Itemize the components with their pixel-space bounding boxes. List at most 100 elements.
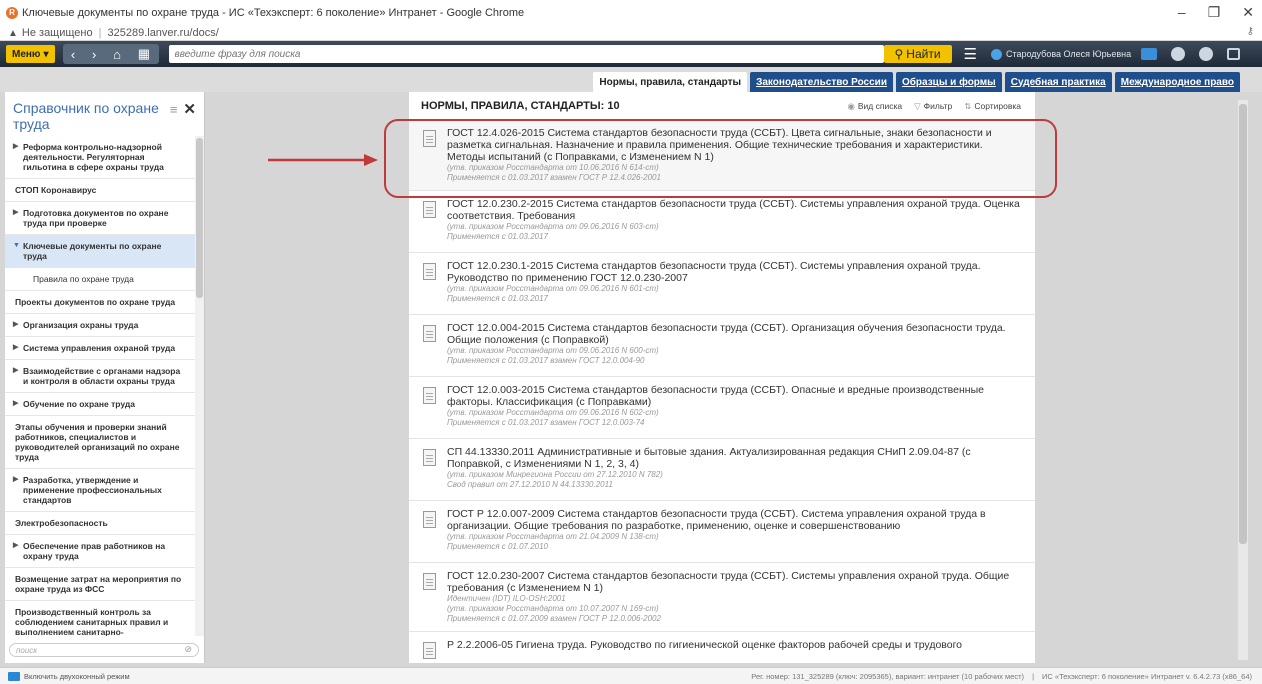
expand-arrow-icon: ▶ bbox=[13, 143, 19, 150]
list-filter-icon[interactable]: ≡ bbox=[170, 102, 178, 117]
sidebar-item[interactable]: СТОП Коронавирус bbox=[5, 179, 195, 202]
document-item[interactable]: ГОСТ 12.0.230-2007 Система стандартов бе… bbox=[409, 563, 1035, 632]
document-item[interactable]: ГОСТ 12.0.230.2-2015 Система стандартов … bbox=[409, 191, 1035, 253]
tab-international-law[interactable]: Международное право bbox=[1114, 72, 1240, 92]
sidebar-item[interactable]: Производственный контроль за соблюдением… bbox=[5, 601, 195, 636]
sidebar-item[interactable]: Возмещение затрат на мероприятия по охра… bbox=[5, 568, 195, 601]
expand-arrow-icon: ▶ bbox=[13, 400, 19, 407]
filter-button[interactable]: ▽ Фильтр bbox=[914, 101, 952, 112]
document-title[interactable]: ГОСТ 12.0.230.2-2015 Система стандартов … bbox=[447, 198, 1023, 222]
sidebar-item-label: Этапы обучения и проверки знаний работни… bbox=[15, 422, 180, 462]
address-bar[interactable]: ▲ Не защищено | 325289.lanver.ru/docs/ ⚷ bbox=[0, 26, 1262, 40]
document-icon bbox=[423, 263, 436, 280]
document-item[interactable]: Р 2.2.2006-05 Гигиена труда. Руководство… bbox=[409, 632, 1035, 663]
sidebar-subitem[interactable]: Правила по охране труда bbox=[5, 268, 195, 291]
document-title[interactable]: ГОСТ 12.0.004-2015 Система стандартов бе… bbox=[447, 322, 1023, 346]
sidebar: Справочник по охране труда ≡ ✕ ▶ Реформа … bbox=[5, 92, 205, 663]
document-title[interactable]: ГОСТ Р 12.0.007-2009 Система стандартов … bbox=[447, 508, 1023, 532]
scroll-thumb[interactable] bbox=[196, 138, 203, 298]
document-item[interactable]: ГОСТ Р 12.0.007-2009 Система стандартов … bbox=[409, 501, 1035, 563]
sidebar-scrollbar[interactable] bbox=[195, 136, 204, 636]
chat-icon[interactable] bbox=[1227, 48, 1241, 60]
document-title[interactable]: Р 2.2.2006-05 Гигиена труда. Руководство… bbox=[447, 639, 1023, 651]
two-window-icon bbox=[8, 671, 20, 681]
restore-icon[interactable]: ❐ bbox=[1208, 4, 1221, 21]
user-menu[interactable]: Стародубова Олеся Юрьевна bbox=[990, 48, 1131, 60]
address-separator: | bbox=[98, 27, 102, 39]
toolbar-icons bbox=[1141, 47, 1241, 61]
document-title[interactable]: ГОСТ 12.0.230-2007 Система стандартов бе… bbox=[447, 570, 1023, 594]
window-controls: – ❐ ✕ bbox=[1178, 4, 1254, 21]
sort-button[interactable]: ⇅ Сортировка bbox=[964, 101, 1021, 112]
document-item[interactable]: СП 44.13330.2011 Административные и быто… bbox=[409, 439, 1035, 501]
search-input[interactable] bbox=[168, 45, 884, 63]
two-window-toggle[interactable]: Включить двухоконный режим bbox=[8, 671, 130, 681]
main-scrollbar[interactable] bbox=[1238, 100, 1248, 660]
tab-norms[interactable]: Нормы, правила, стандарты bbox=[593, 72, 748, 92]
document-item[interactable]: ГОСТ 12.0.230.1-2015 Система стандартов … bbox=[409, 253, 1035, 315]
document-icon bbox=[423, 449, 436, 466]
document-effective: Применяется с 01.03.2017 bbox=[447, 232, 548, 241]
close-icon[interactable]: ✕ bbox=[183, 100, 196, 118]
tab-forms[interactable]: Образцы и формы bbox=[895, 72, 1002, 92]
tab-court-practice[interactable]: Судебная практика bbox=[1004, 72, 1112, 92]
sidebar-item[interactable]: ▶ Реформа контрольно-надзорной деятельнос… bbox=[5, 136, 195, 179]
sidebar-item-label: Подготовка документов по охране труда пр… bbox=[23, 208, 169, 228]
sidebar-item[interactable]: ▶ Обучение по охране труда bbox=[5, 393, 195, 416]
sidebar-item-label: Правила по охране труда bbox=[33, 274, 134, 284]
document-approval: (утв. приказом Росстандарта от 09.06.201… bbox=[447, 222, 659, 231]
security-label: Не защищено bbox=[21, 27, 93, 39]
folder-icon[interactable] bbox=[1141, 48, 1158, 60]
expand-arrow-icon: ▶ bbox=[13, 344, 19, 351]
scroll-thumb[interactable] bbox=[1239, 104, 1247, 544]
filter-label: Фильтр bbox=[923, 101, 953, 111]
document-identity: Идентичен (IDT) ILO-OSH:2001 bbox=[447, 594, 566, 603]
registration-info: Рег. номер: 131_325289 (ключ: 2095365), … bbox=[751, 672, 1025, 681]
close-window-icon[interactable]: ✕ bbox=[1242, 4, 1254, 21]
document-effective: Применяется с 01.07.2009 взамен ГОСТ Р 1… bbox=[447, 614, 661, 623]
expand-arrow-icon: ▶ bbox=[13, 542, 19, 549]
document-item[interactable]: ГОСТ 12.0.004-2015 Система стандартов бе… bbox=[409, 315, 1035, 377]
sidebar-item[interactable]: ▶ Разработка, утверждение и применение пр… bbox=[5, 469, 195, 512]
sidebar-item[interactable]: ▶ Организация охраны труда bbox=[5, 314, 195, 337]
home-icon[interactable]: ⌂ bbox=[113, 47, 121, 62]
sidebar-item[interactable]: Этапы обучения и проверки знаний работни… bbox=[5, 416, 195, 469]
find-button[interactable]: ⚲ Найти bbox=[883, 45, 952, 63]
menu-label: Меню bbox=[12, 48, 41, 60]
sidebar-item[interactable]: ▶ Обеспечение прав работников на охрану т… bbox=[5, 535, 195, 568]
minimize-icon[interactable]: – bbox=[1178, 4, 1186, 21]
document-title[interactable]: ГОСТ 12.0.230.1-2015 Система стандартов … bbox=[447, 260, 1023, 284]
window-title: Ключевые документы по охране труда - ИС … bbox=[22, 7, 525, 19]
sidebar-item[interactable]: Электробезопасность bbox=[5, 512, 195, 535]
expand-arrow-icon: ▶ bbox=[13, 476, 19, 483]
menu-button[interactable]: Меню ▾ bbox=[6, 45, 55, 63]
status-separator: | bbox=[1032, 672, 1035, 681]
sidebar-list: ▶ Реформа контрольно-надзорной деятельнос… bbox=[5, 136, 195, 636]
two-window-label: Включить двухоконный режим bbox=[24, 671, 130, 681]
sidebar-item[interactable]: ▶ Система управления охраной труда bbox=[5, 337, 195, 360]
search-icon: ⚲ bbox=[894, 47, 904, 61]
warning-icon: ▲ bbox=[8, 27, 18, 39]
sidebar-item-active[interactable]: ▼ Ключевые документы по охране труда bbox=[5, 235, 195, 268]
sidebar-item[interactable]: Проекты документов по охране труда bbox=[5, 291, 195, 314]
tab-legislation[interactable]: Законодательство России bbox=[750, 72, 893, 92]
url-text[interactable]: 325289.lanver.ru/docs/ bbox=[107, 27, 218, 39]
sidebar-controls: ≡ ✕ bbox=[170, 100, 196, 118]
forward-icon[interactable]: › bbox=[92, 47, 96, 62]
document-title[interactable]: СП 44.13330.2011 Административные и быто… bbox=[447, 446, 1023, 470]
list-view-button[interactable]: ◉ Вид списка bbox=[847, 101, 902, 112]
document-item[interactable]: ГОСТ 12.0.003-2015 Система стандартов бе… bbox=[409, 377, 1035, 439]
document-title[interactable]: ГОСТ 12.0.003-2015 Система стандартов бе… bbox=[447, 384, 1023, 408]
sidebar-item[interactable]: ▶ Взаимодействие с органами надзора и кон… bbox=[5, 360, 195, 393]
sidebar-item[interactable]: ▶ Подготовка документов по охране труда п… bbox=[5, 202, 195, 235]
back-icon[interactable]: ‹ bbox=[71, 47, 75, 62]
key-icon[interactable]: ⚷ bbox=[1247, 26, 1254, 37]
hamburger-icon[interactable]: ☰ bbox=[964, 45, 977, 63]
sidebar-search-input[interactable]: поиск ⊘ bbox=[9, 643, 199, 657]
search-icon[interactable]: ⊘ bbox=[184, 644, 192, 655]
list-actions: ◉ Вид списка ▽ Фильтр ⇅ Сортировка bbox=[847, 101, 1021, 112]
settings-icon[interactable] bbox=[1171, 47, 1186, 61]
help-icon[interactable] bbox=[1199, 47, 1214, 61]
sidebar-item-label: Проекты документов по охране труда bbox=[15, 297, 176, 307]
grid-icon[interactable]: ▦ bbox=[138, 46, 150, 62]
